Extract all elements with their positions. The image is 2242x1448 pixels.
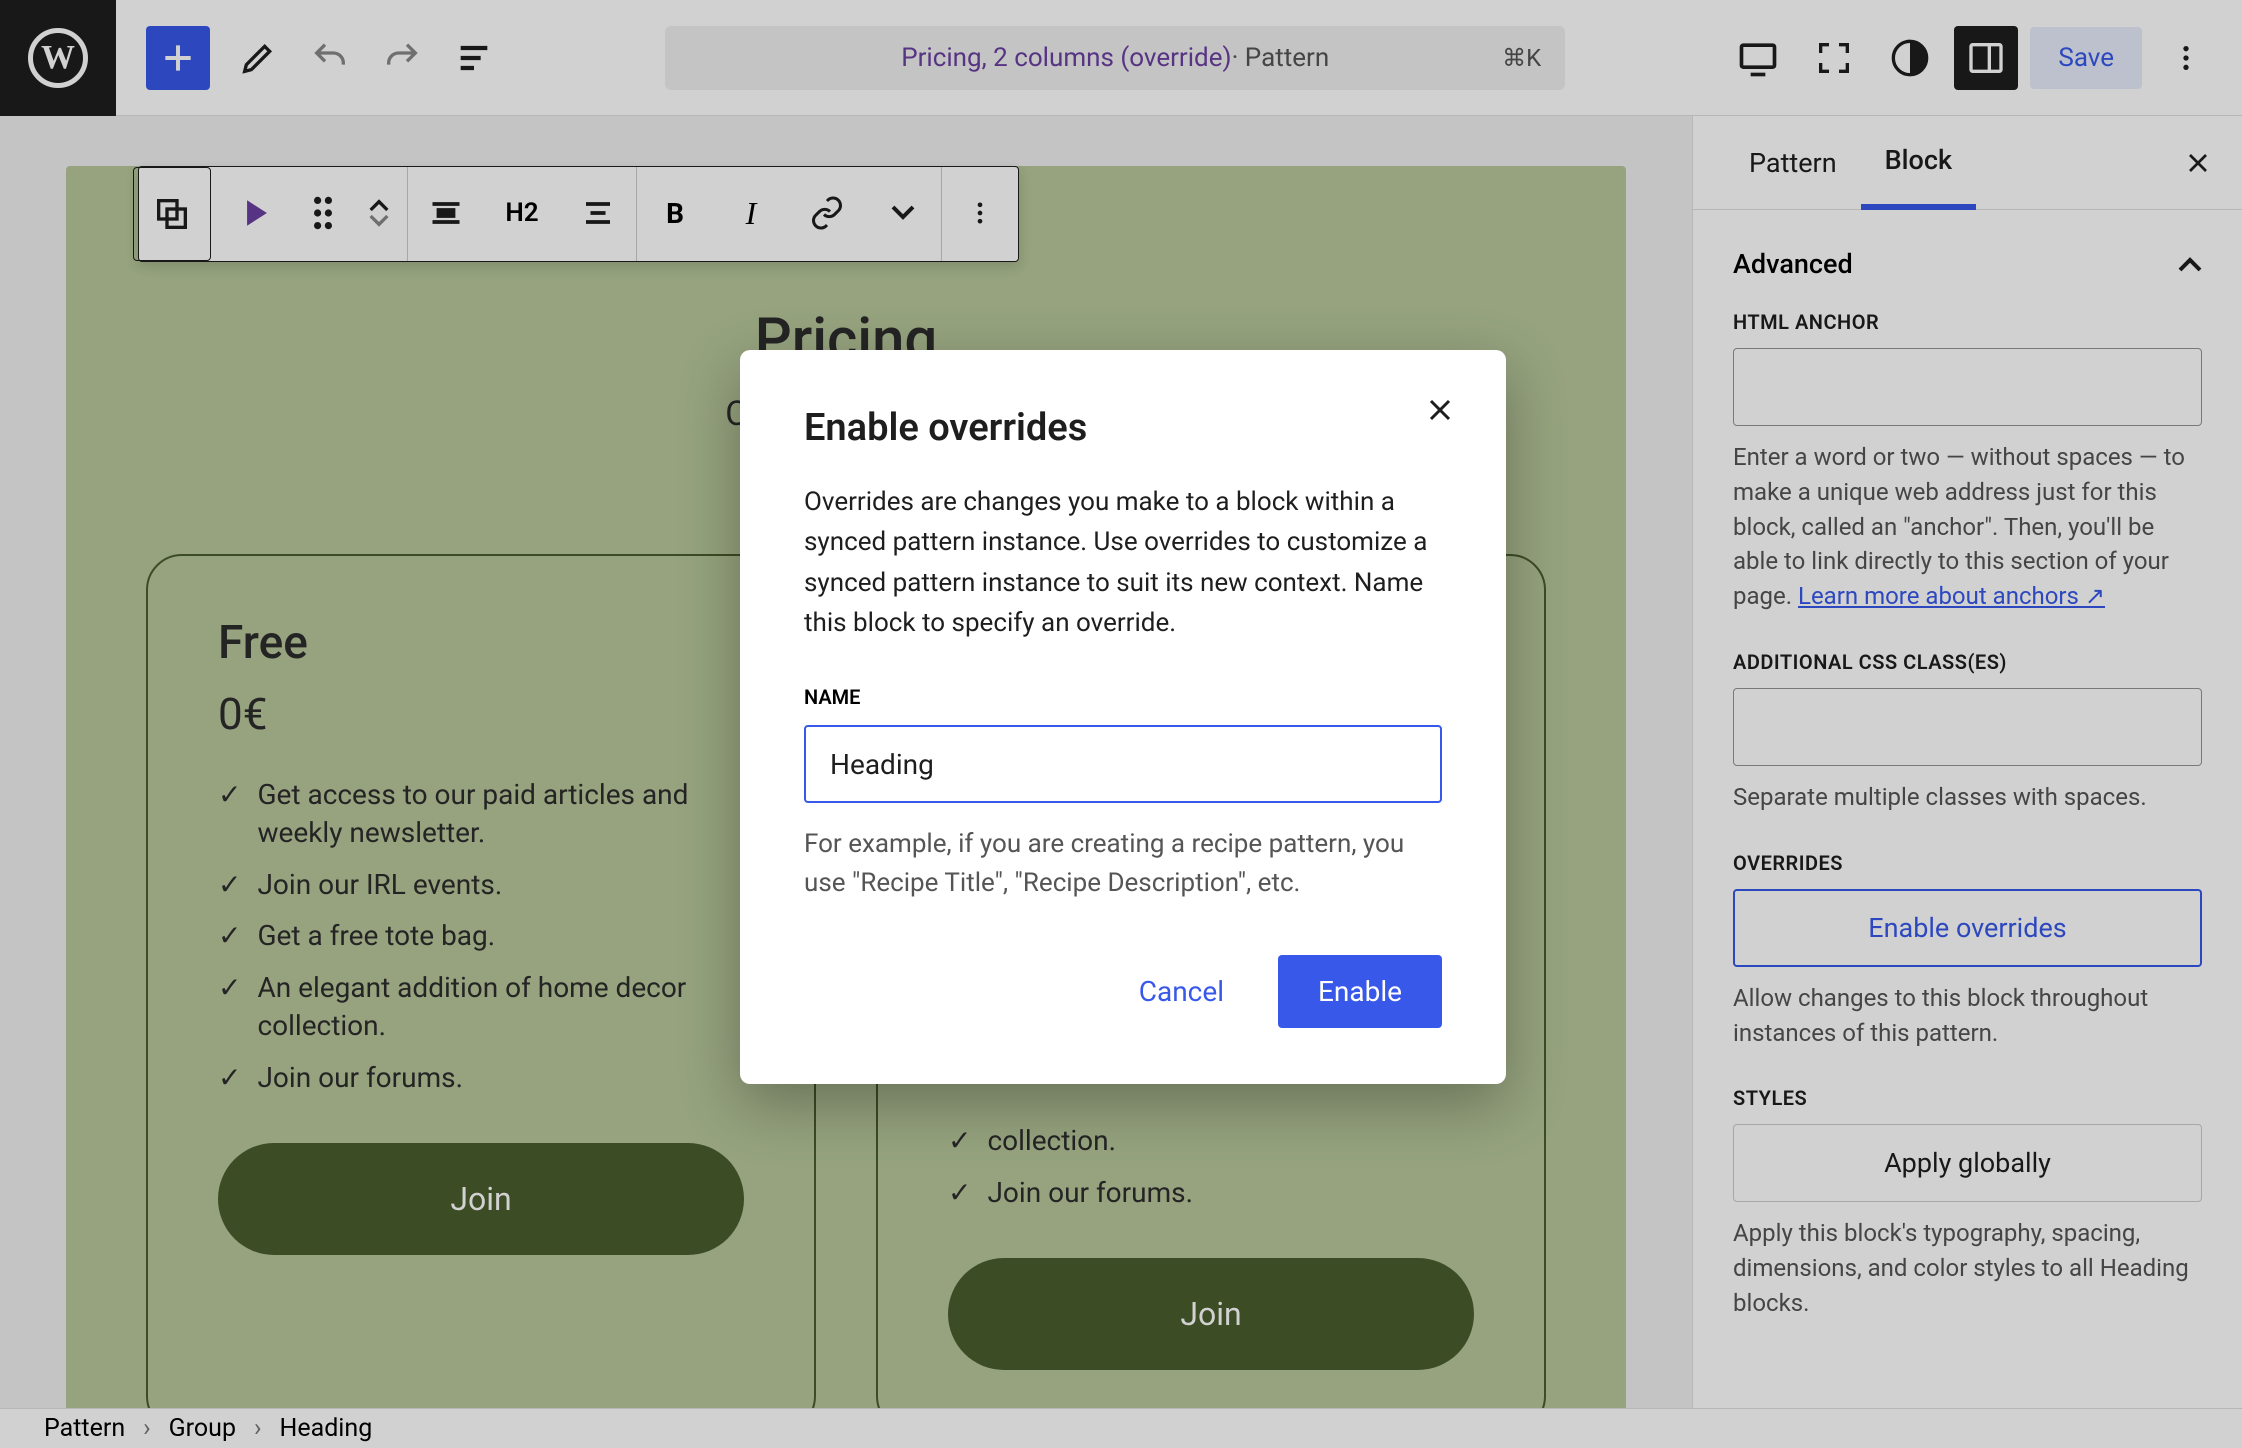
name-field-hint: For example, if you are creating a recip… xyxy=(804,825,1442,903)
name-field-label: NAME xyxy=(804,685,1442,709)
override-name-input[interactable] xyxy=(804,725,1442,803)
modal-title: Enable overrides xyxy=(804,406,1442,450)
enable-overrides-modal: Enable overrides Overrides are changes y… xyxy=(740,350,1506,1084)
modal-description: Overrides are changes you make to a bloc… xyxy=(804,482,1442,643)
enable-button[interactable]: Enable xyxy=(1278,955,1442,1028)
close-modal-button[interactable] xyxy=(1422,392,1458,428)
cancel-button[interactable]: Cancel xyxy=(1103,955,1260,1028)
